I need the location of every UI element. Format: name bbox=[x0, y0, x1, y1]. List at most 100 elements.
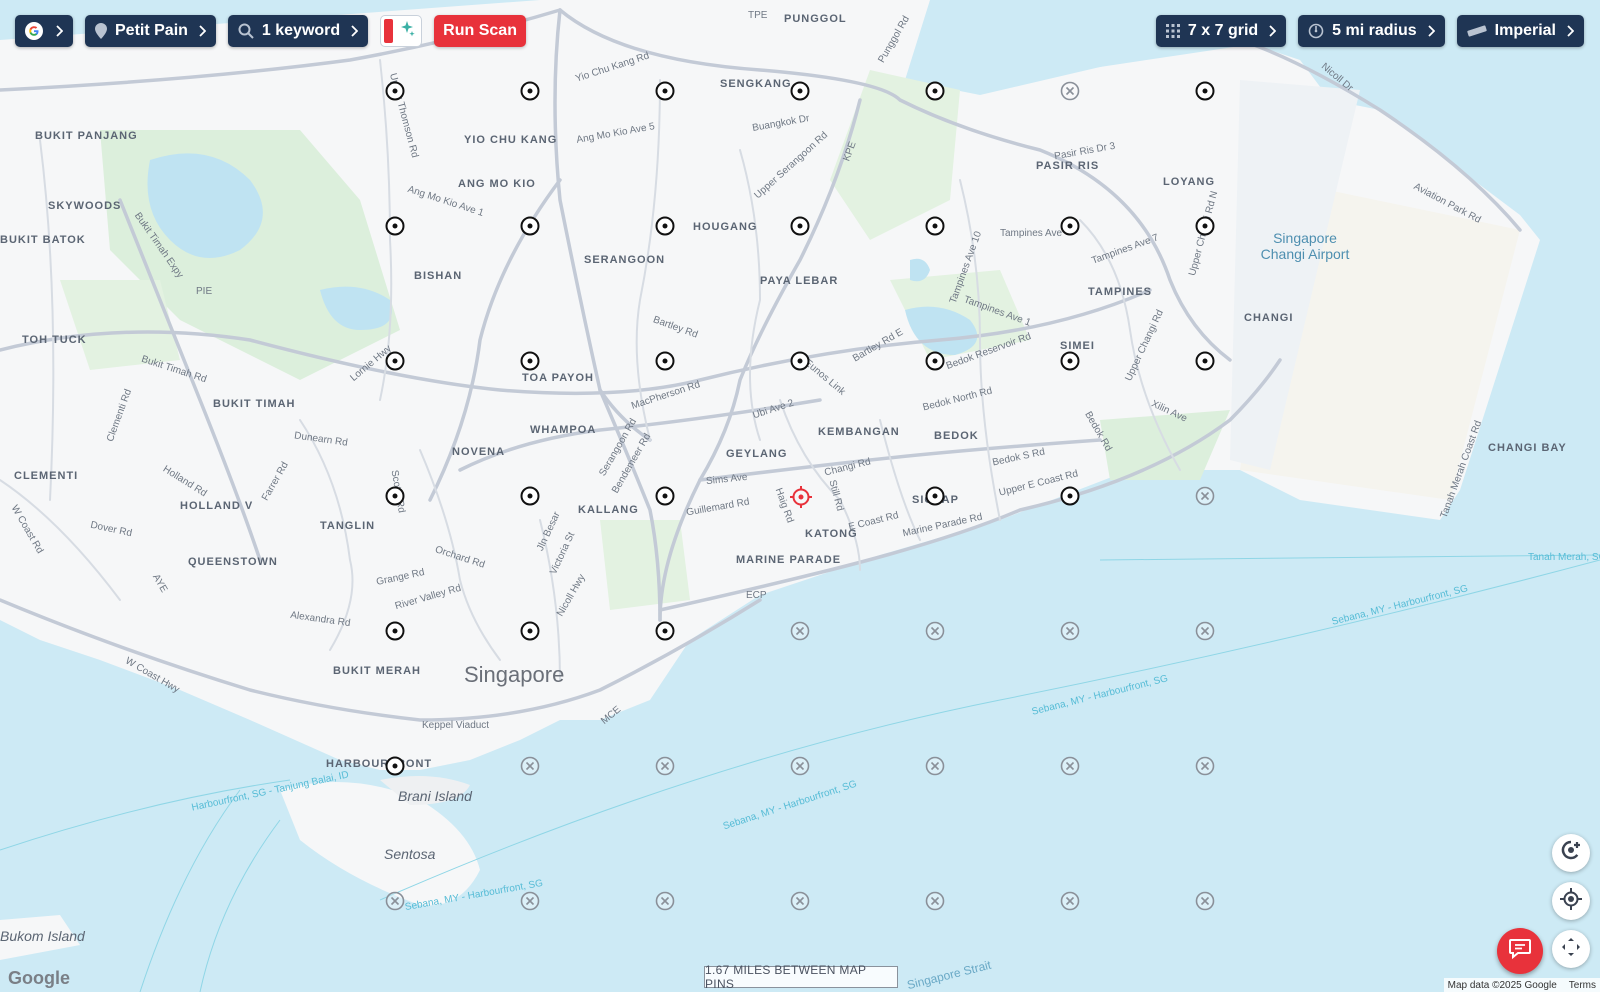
grid-pin-active[interactable] bbox=[790, 216, 810, 236]
grid-pin-active[interactable] bbox=[385, 756, 405, 776]
road-label: ECP bbox=[746, 590, 767, 601]
grid-pin-active[interactable] bbox=[520, 81, 540, 101]
area-label-bukit-merah: BUKIT MERAH bbox=[333, 665, 421, 677]
grid-pin-inactive[interactable] bbox=[1195, 756, 1215, 776]
grid-pin-active[interactable] bbox=[385, 351, 405, 371]
airport-label: Singapore Changi Airport bbox=[1260, 230, 1350, 262]
terms-link[interactable]: Terms bbox=[1569, 980, 1596, 991]
chevron-right-icon bbox=[198, 25, 206, 37]
grid-pin-active[interactable] bbox=[925, 216, 945, 236]
area-label-bukit-panjang: BUKIT PANJANG bbox=[35, 130, 138, 142]
grid-pin-inactive[interactable] bbox=[1060, 891, 1080, 911]
area-label-yio-chu-kang: YIO CHU KANG bbox=[464, 134, 558, 146]
grid-pin-active[interactable] bbox=[655, 351, 675, 371]
units-label: Imperial bbox=[1494, 22, 1556, 39]
grid-pin-active[interactable] bbox=[655, 81, 675, 101]
fullscreen-button[interactable] bbox=[1552, 930, 1590, 968]
grid-pin-active[interactable] bbox=[790, 351, 810, 371]
area-label-loyang: LOYANG bbox=[1163, 176, 1216, 188]
grid-pin-inactive[interactable] bbox=[925, 756, 945, 776]
map-pin-icon bbox=[95, 23, 107, 39]
grid-pin-inactive[interactable] bbox=[1195, 486, 1215, 506]
area-label-hougang: HOUGANG bbox=[693, 221, 758, 233]
sparkle-icon bbox=[398, 20, 416, 43]
area-label-bedok: BEDOK bbox=[934, 430, 979, 442]
add-location-button[interactable] bbox=[1552, 834, 1590, 872]
map-pin-add-icon bbox=[1559, 839, 1583, 868]
my-location-button[interactable] bbox=[1552, 882, 1590, 920]
grid-pin-inactive[interactable] bbox=[520, 891, 540, 911]
grid-pin-active[interactable] bbox=[655, 486, 675, 506]
area-label-bukit-batok: BUKIT BATOK bbox=[0, 234, 86, 246]
area-label-sengkang: SENGKANG bbox=[720, 78, 792, 90]
area-label-pasir-ris: PASIR RIS bbox=[1036, 160, 1100, 172]
grid-pin-active[interactable] bbox=[790, 81, 810, 101]
grid-icon bbox=[1165, 24, 1180, 38]
grid-size-selector[interactable]: 7 x 7 grid bbox=[1155, 15, 1287, 47]
grid-pin-active[interactable] bbox=[385, 216, 405, 236]
island-label-sentosa: Sentosa bbox=[384, 846, 436, 862]
grid-pin-inactive[interactable] bbox=[790, 756, 810, 776]
grid-pin-active[interactable] bbox=[925, 351, 945, 371]
run-scan-button[interactable]: Run Scan bbox=[434, 15, 526, 47]
grid-pin-active[interactable] bbox=[385, 621, 405, 641]
grid-pin-inactive[interactable] bbox=[655, 891, 675, 911]
google-logo: Google bbox=[8, 968, 70, 988]
grid-pin-inactive[interactable] bbox=[790, 891, 810, 911]
road-label: Keppel Viaduct bbox=[422, 720, 490, 731]
pin-color-picker[interactable] bbox=[380, 15, 423, 47]
grid-pin-active[interactable] bbox=[655, 216, 675, 236]
grid-pin-inactive[interactable] bbox=[925, 891, 945, 911]
grid-pin-active[interactable] bbox=[520, 486, 540, 506]
grid-pin-inactive[interactable] bbox=[520, 756, 540, 776]
area-label-serangoon: SERANGOON bbox=[584, 254, 666, 266]
grid-pin-inactive[interactable] bbox=[385, 891, 405, 911]
grid-pin-inactive[interactable] bbox=[655, 756, 675, 776]
grid-pin-inactive[interactable] bbox=[1195, 621, 1215, 641]
grid-pin-center[interactable] bbox=[790, 486, 812, 508]
grid-pin-active[interactable] bbox=[1195, 216, 1215, 236]
chat-button[interactable] bbox=[1497, 928, 1543, 974]
area-label-bukit-timah: BUKIT TIMAH bbox=[213, 398, 296, 410]
radius-icon bbox=[1308, 23, 1324, 39]
grid-pin-active[interactable] bbox=[1195, 81, 1215, 101]
grid-pin-active[interactable] bbox=[1195, 351, 1215, 371]
ferry-label: Tanah Merah, SG bbox=[1528, 552, 1600, 563]
radius-label: 5 mi radius bbox=[1332, 22, 1417, 39]
grid-pin-active[interactable] bbox=[925, 81, 945, 101]
units-selector[interactable]: Imperial bbox=[1456, 15, 1584, 47]
island-label-bukom: Bukom Island bbox=[0, 928, 85, 944]
grid-pin-active[interactable] bbox=[925, 486, 945, 506]
grid-pin-active[interactable] bbox=[1060, 216, 1080, 236]
radius-selector[interactable]: 5 mi radius bbox=[1298, 15, 1445, 47]
area-label-marine-parade: MARINE PARADE bbox=[736, 554, 842, 566]
area-label-changi-bay: CHANGI BAY bbox=[1488, 442, 1567, 454]
search-engine-selector[interactable] bbox=[15, 15, 73, 47]
grid-pin-inactive[interactable] bbox=[1060, 756, 1080, 776]
chat-icon bbox=[1508, 938, 1532, 965]
grid-pin-active[interactable] bbox=[385, 81, 405, 101]
grid-pin-active[interactable] bbox=[520, 351, 540, 371]
grid-pin-inactive[interactable] bbox=[1195, 891, 1215, 911]
grid-pin-inactive[interactable] bbox=[1060, 621, 1080, 641]
grid-pin-active[interactable] bbox=[1060, 486, 1080, 506]
grid-pin-active[interactable] bbox=[1060, 351, 1080, 371]
area-label-holland-v: HOLLAND V bbox=[180, 500, 254, 512]
area-label-ang-mo-kio: ANG MO KIO bbox=[458, 178, 536, 190]
grid-pin-active[interactable] bbox=[385, 486, 405, 506]
business-selector[interactable]: Petit Pain bbox=[85, 15, 216, 47]
grid-pin-active[interactable] bbox=[520, 621, 540, 641]
grid-pin-inactive[interactable] bbox=[925, 621, 945, 641]
grid-pin-active[interactable] bbox=[520, 216, 540, 236]
grid-pin-active[interactable] bbox=[655, 621, 675, 641]
area-label-skywoods: SKYWOODS bbox=[48, 200, 122, 212]
toolbar-left: Petit Pain 1 keyword Run Scan bbox=[15, 15, 526, 47]
grid-size-label: 7 x 7 grid bbox=[1187, 22, 1259, 39]
keyword-selector[interactable]: 1 keyword bbox=[227, 15, 369, 47]
area-label-bishan: BISHAN bbox=[414, 270, 463, 282]
area-label-whampoa: WHAMPOA bbox=[530, 424, 597, 436]
chevron-right-icon bbox=[1268, 25, 1277, 37]
grid-pin-inactive[interactable] bbox=[1060, 81, 1080, 101]
area-label-kembangan: KEMBANGAN bbox=[818, 426, 900, 438]
grid-pin-inactive[interactable] bbox=[790, 621, 810, 641]
